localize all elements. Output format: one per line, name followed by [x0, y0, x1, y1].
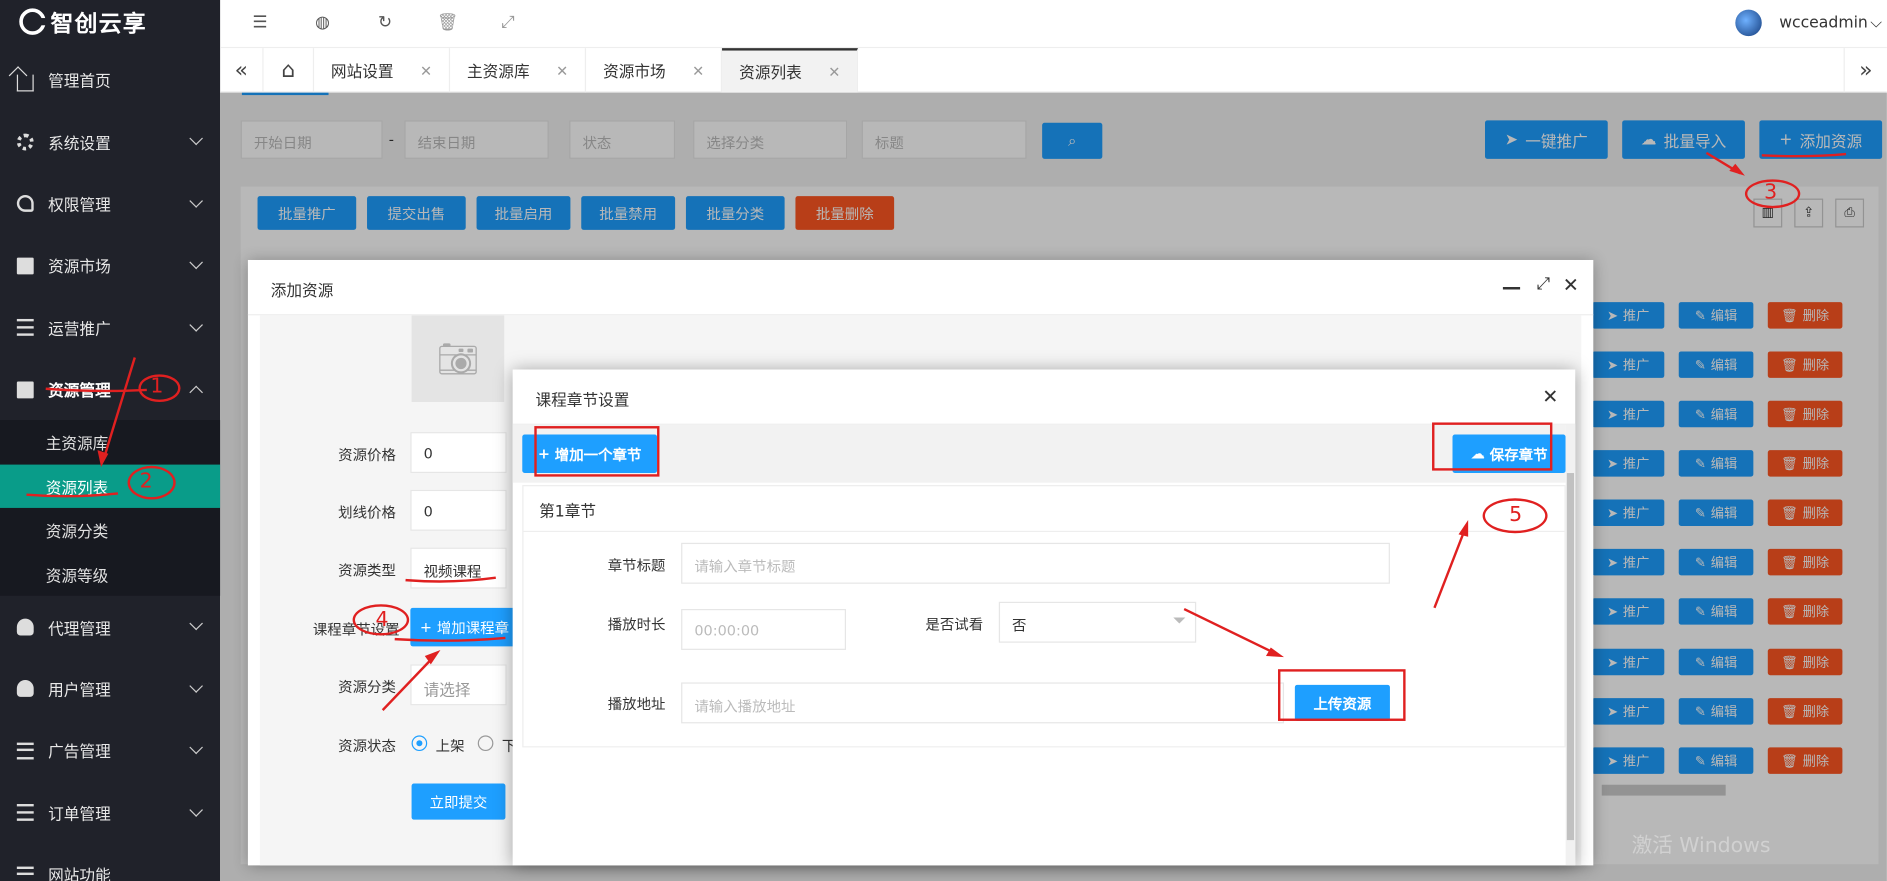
annotation-arrows [26, 151, 1847, 711]
